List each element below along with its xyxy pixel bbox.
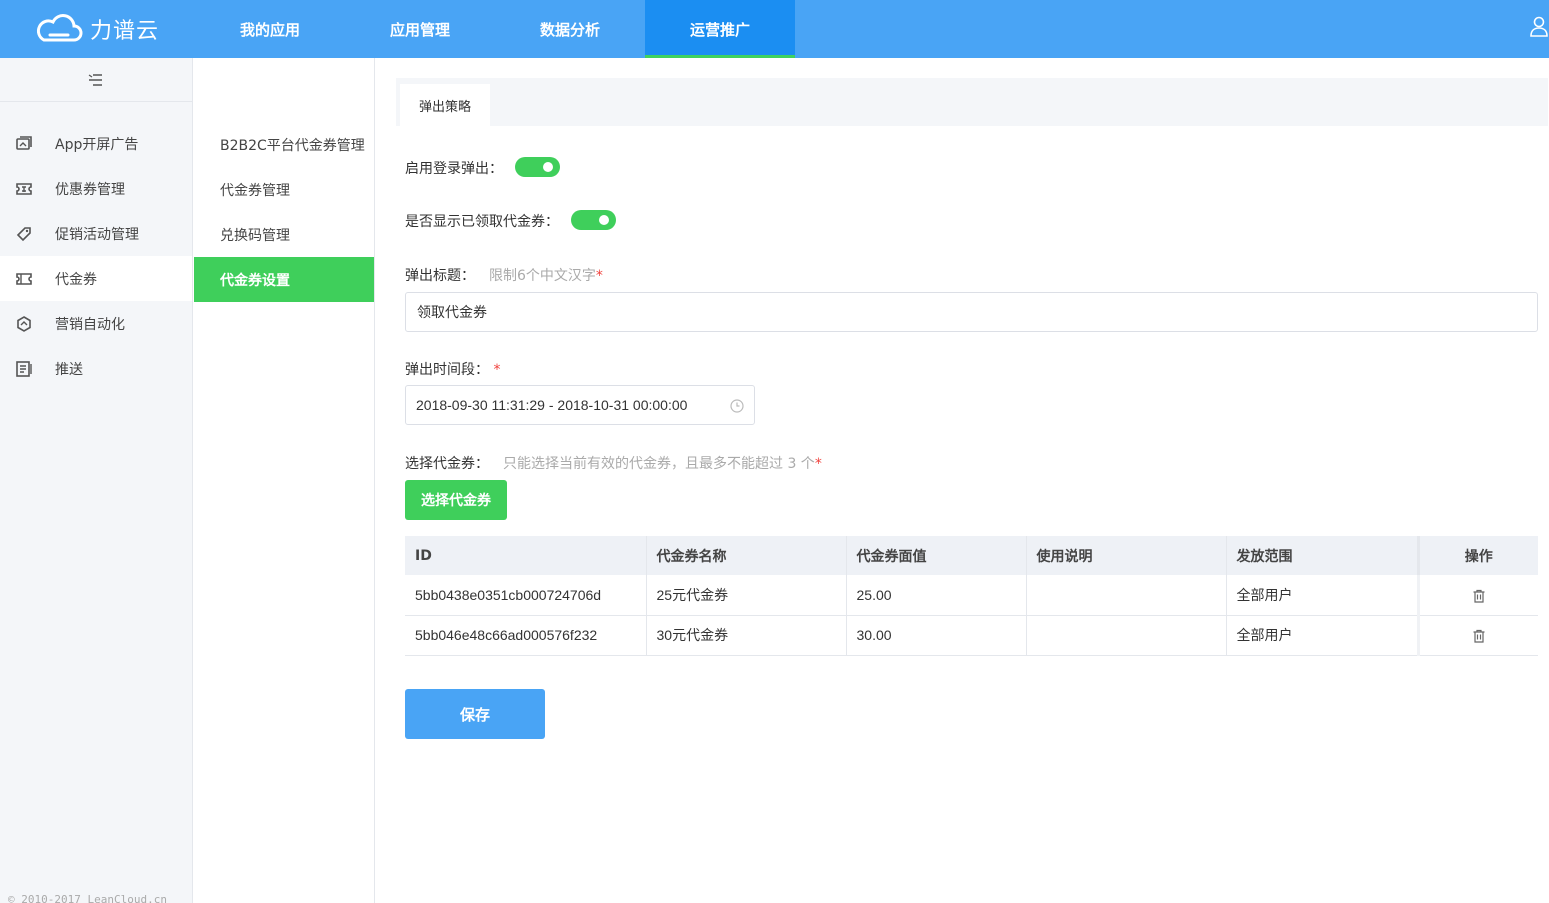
image-icon <box>16 135 32 150</box>
cloud-logo-icon <box>36 14 83 42</box>
subnav-item-voucher-management[interactable]: 代金券管理 <box>194 167 374 212</box>
sidebar-item-push[interactable]: 推送 <box>0 346 192 391</box>
select-voucher-label-row: 选择代金券： 只能选择当前有效的代金券，且最多不能超过 3 个* <box>405 453 822 473</box>
sidebar-item-coupon-management[interactable]: 优惠券管理 <box>0 166 192 211</box>
sidebar-item-label: 代金券 <box>55 271 97 288</box>
login-popup-toggle[interactable] <box>515 157 560 177</box>
nav-operations-promotion[interactable]: 运营推广 <box>645 0 795 58</box>
popup-title-label-row: 弹出标题： 限制6个中文汉字* <box>405 265 603 285</box>
sub-sidebar: B2B2C平台代金券管理 代金券管理 兑换码管理 代金券设置 <box>194 58 375 903</box>
cell-value: 25.00 <box>846 575 1027 615</box>
login-popup-label: 启用登录弹出： <box>405 161 503 177</box>
popup-period-label: 弹出时间段： <box>405 362 489 378</box>
popup-period-value: 2018-09-30 11:31:29 - 2018-10-31 00:00:0… <box>416 397 688 413</box>
cell-id: 5bb046e48c66ad000576f232 <box>405 615 647 655</box>
sidebar-item-label: 优惠券管理 <box>55 181 125 198</box>
select-voucher-button[interactable]: 选择代金券 <box>405 480 507 520</box>
column-header-scope: 发放范围 <box>1226 536 1419 575</box>
popup-title-label: 弹出标题： <box>405 268 475 284</box>
show-claimed-label: 是否显示已领取代金券： <box>405 214 559 230</box>
subnav-item-voucher-settings[interactable]: 代金券设置 <box>194 257 374 302</box>
voucher-table: ID 代金券名称 代金券面值 使用说明 发放范围 操作 5bb0438e0351… <box>405 536 1538 656</box>
brand-logo[interactable]: 力谱云 <box>0 0 195 58</box>
cell-scope: 全部用户 <box>1226 615 1419 655</box>
column-header-actions: 操作 <box>1416 536 1538 575</box>
show-claimed-toggle[interactable] <box>571 210 616 230</box>
popup-title-hint: 限制6个中文汉字 <box>489 268 596 284</box>
push-icon <box>16 360 32 377</box>
top-navbar: 力谱云 我的应用 应用管理 数据分析 运营推广 <box>0 0 1549 58</box>
sidebar-item-app-splash-ad[interactable]: App开屏广告 <box>0 121 192 166</box>
sidebar-item-label: 营销自动化 <box>55 316 125 333</box>
popup-period-label-row: 弹出时间段： * <box>405 359 500 379</box>
cell-scope: 全部用户 <box>1226 575 1419 615</box>
collapse-menu-icon <box>88 73 102 86</box>
required-mark: * <box>814 456 822 472</box>
tab-popup-strategy[interactable]: 弹出策略 <box>400 84 490 126</box>
ticket-icon <box>16 182 32 195</box>
sidebar-item-marketing-automation[interactable]: 营销自动化 <box>0 301 192 346</box>
sidebar-item-voucher[interactable]: 代金券 <box>0 256 192 301</box>
nav-app-management[interactable]: 应用管理 <box>345 0 495 58</box>
tab-bar: 弹出策略 <box>396 78 1548 126</box>
delete-icon[interactable] <box>1472 589 1486 603</box>
table-header-row: ID 代金券名称 代金券面值 使用说明 发放范围 操作 <box>405 536 1538 575</box>
cell-description <box>1026 615 1227 655</box>
column-header-value: 代金券面值 <box>846 536 1027 575</box>
subnav-item-b2b2c-voucher[interactable]: B2B2C平台代金券管理 <box>194 122 374 167</box>
cell-value: 30.00 <box>846 615 1027 655</box>
popup-period-picker[interactable]: 2018-09-30 11:31:29 - 2018-10-31 00:00:0… <box>405 385 755 425</box>
sidebar-item-label: 促销活动管理 <box>55 226 139 243</box>
main-content: 弹出策略 启用登录弹出： 是否显示已领取代金券： 弹出标题： 限制6个中文汉字* … <box>376 58 1549 903</box>
cell-description <box>1026 575 1227 615</box>
column-header-id: ID <box>405 536 647 575</box>
required-mark: * <box>493 362 501 378</box>
sidebar-item-label: App开屏广告 <box>55 136 139 153</box>
select-voucher-label: 选择代金券： <box>405 456 489 472</box>
nav-data-analysis[interactable]: 数据分析 <box>495 0 645 58</box>
automation-icon <box>17 315 31 332</box>
top-nav: 我的应用 应用管理 数据分析 运营推广 <box>195 0 795 58</box>
cell-name: 30元代金券 <box>646 615 847 655</box>
user-icon[interactable] <box>1529 16 1549 38</box>
sidebar: App开屏广告 优惠券管理 促销活动管理 代金券 营销自动化 推送 © 2010… <box>0 58 193 903</box>
column-header-name: 代金券名称 <box>646 536 847 575</box>
sidebar-collapse-toggle[interactable] <box>0 58 192 102</box>
select-voucher-hint: 只能选择当前有效的代金券，且最多不能超过 3 个 <box>503 456 815 472</box>
required-mark: * <box>595 268 603 284</box>
sidebar-item-promotion-management[interactable]: 促销活动管理 <box>0 211 192 256</box>
table-row: 5bb046e48c66ad000576f232 30元代金券 30.00 全部… <box>405 615 1538 655</box>
cell-name: 25元代金券 <box>646 575 847 615</box>
popup-title-input[interactable] <box>405 292 1538 332</box>
save-button[interactable]: 保存 <box>405 689 545 739</box>
cell-actions <box>1416 615 1538 655</box>
tag-icon <box>16 226 31 241</box>
sidebar-item-label: 推送 <box>55 361 83 378</box>
table-row: 5bb0438e0351cb000724706d 25元代金券 25.00 全部… <box>405 575 1538 615</box>
clock-icon <box>730 399 744 413</box>
brand-name: 力谱云 <box>90 19 160 44</box>
cell-id: 5bb0438e0351cb000724706d <box>405 575 647 615</box>
subnav-item-redeem-code[interactable]: 兑换码管理 <box>194 212 374 257</box>
nav-my-apps[interactable]: 我的应用 <box>195 0 345 58</box>
voucher-icon <box>16 272 32 285</box>
delete-icon[interactable] <box>1472 629 1486 643</box>
cell-actions <box>1416 575 1538 615</box>
copyright-text: © 2010-2017 LeanCloud.cn <box>8 893 167 903</box>
column-header-description: 使用说明 <box>1026 536 1227 575</box>
